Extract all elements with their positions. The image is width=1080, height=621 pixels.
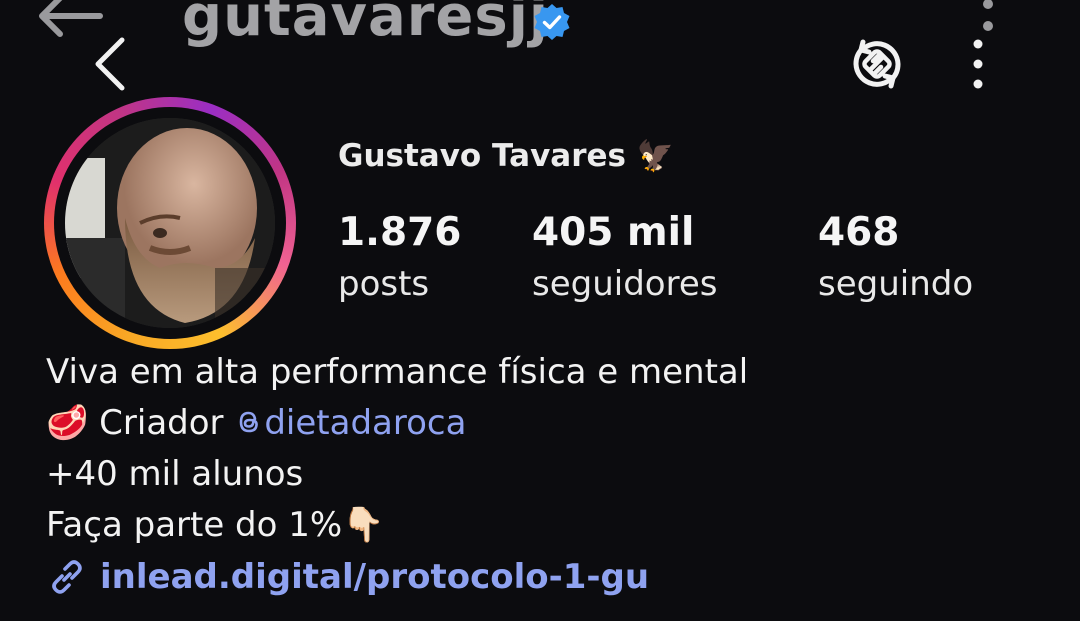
stat-label: seguidores <box>532 264 718 304</box>
stat-value: 405 mil <box>532 210 695 255</box>
sync-icon[interactable] <box>846 34 908 94</box>
bio-line: +40 mil alunos <box>46 454 304 494</box>
more-vertical-icon[interactable] <box>960 36 996 92</box>
pointing-down-emoji: 👇🏻 <box>342 505 385 545</box>
stat-posts[interactable]: 1.876 posts <box>338 208 461 310</box>
avatar[interactable] <box>65 118 275 328</box>
stat-value: 468 <box>818 210 900 255</box>
stat-followers[interactable]: 405 mil seguidores <box>532 208 717 310</box>
bio-line: 🥩 Criador dietadaroca <box>46 403 467 443</box>
bio-line: Viva em alta performance física e mental <box>46 352 749 392</box>
meat-emoji: 🥩 <box>46 403 89 443</box>
eagle-emoji: 🦅 <box>636 139 675 174</box>
bio-link[interactable]: inlead.digital/protocolo-1-gu <box>46 556 649 598</box>
bio-link-text[interactable]: inlead.digital/protocolo-1-gu <box>100 557 649 597</box>
bio: Viva em alta performance física e mental… <box>46 347 748 551</box>
stat-following[interactable]: 468 seguindo <box>818 208 973 310</box>
avatar-photo-image <box>65 118 275 328</box>
header-username: gutavaresjj <box>182 0 550 49</box>
stat-label: posts <box>338 264 430 304</box>
bio-line: Faça parte do 1%👇🏻 <box>46 505 385 545</box>
link-icon <box>52 560 82 594</box>
threads-mention-link[interactable]: dietadaroca <box>234 403 466 443</box>
back-chevron-icon[interactable] <box>86 34 134 94</box>
stat-label: seguindo <box>818 264 974 304</box>
stat-value: 1.876 <box>338 210 462 255</box>
verified-badge-icon <box>534 4 570 40</box>
display-name: Gustavo Tavares 🦅 <box>338 138 675 174</box>
story-ring[interactable] <box>44 97 296 349</box>
threads-icon <box>240 411 259 433</box>
